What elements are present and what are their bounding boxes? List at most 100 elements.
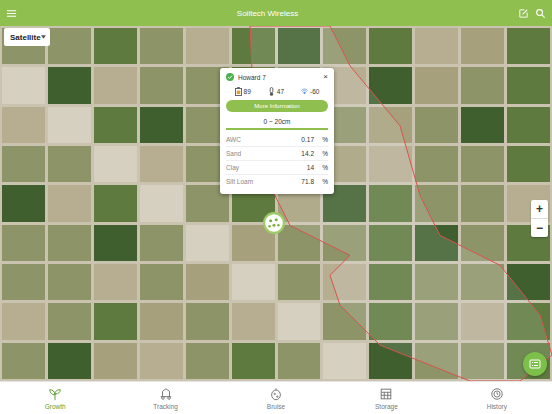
soil-row: Silt Loam71.8% bbox=[226, 175, 328, 188]
app-screen: Soiltech Wireless Satellite Howard 7 × 89 47 -… bbox=[0, 0, 552, 414]
field-tile bbox=[232, 343, 275, 379]
field-tile bbox=[48, 107, 91, 143]
field-tile bbox=[94, 343, 137, 379]
layer-select[interactable]: Satellite bbox=[4, 28, 50, 46]
field-tile bbox=[186, 28, 229, 64]
field-tile bbox=[48, 264, 91, 300]
field-tile bbox=[48, 146, 91, 182]
soil-label: Silt Loam bbox=[226, 178, 292, 185]
field-tile bbox=[186, 225, 229, 261]
sensor-popup: Howard 7 × 89 47 -60 More Information 0 ~ 20cm… bbox=[220, 68, 334, 194]
field-tile bbox=[48, 343, 91, 379]
field-tile bbox=[140, 28, 183, 64]
list-icon bbox=[529, 358, 541, 370]
list-fab[interactable] bbox=[523, 352, 547, 376]
more-information-button[interactable]: More Information bbox=[226, 100, 328, 112]
soil-value: 14.2 bbox=[292, 150, 314, 157]
sensor-name: Howard 7 bbox=[238, 74, 319, 81]
battery-icon bbox=[235, 87, 242, 96]
soil-row: Clay14% bbox=[226, 161, 328, 175]
soil-unit: % bbox=[314, 164, 328, 171]
nav-label: History bbox=[487, 403, 507, 410]
growth-icon bbox=[48, 387, 62, 401]
field-tile bbox=[94, 264, 137, 300]
field-tile bbox=[140, 264, 183, 300]
search-icon[interactable] bbox=[535, 8, 546, 19]
soil-label: AWC bbox=[226, 136, 292, 143]
close-button[interactable]: × bbox=[323, 73, 328, 81]
bottom-nav: Growth Tracking Bruise Storage History bbox=[0, 381, 552, 414]
field-tile bbox=[2, 225, 45, 261]
field-tile bbox=[278, 303, 321, 339]
field-tile bbox=[415, 67, 458, 103]
field-tile bbox=[323, 343, 366, 379]
field-tile bbox=[2, 303, 45, 339]
nav-label: Tracking bbox=[153, 403, 178, 410]
nav-item[interactable]: Bruise bbox=[221, 382, 331, 414]
field-tile bbox=[461, 28, 504, 64]
zoom-controls: +− bbox=[531, 200, 548, 237]
field-tile bbox=[48, 185, 91, 221]
field-tile bbox=[461, 67, 504, 103]
field-tile bbox=[94, 225, 137, 261]
soil-row: AWC0.17% bbox=[226, 133, 328, 147]
field-tile bbox=[94, 28, 137, 64]
soil-label: Clay bbox=[226, 164, 292, 171]
nav-label: Bruise bbox=[267, 403, 285, 410]
depth-tab[interactable]: 0 ~ 20cm bbox=[226, 118, 328, 130]
layer-select-value: Satellite bbox=[10, 33, 41, 42]
soil-value: 0.17 bbox=[292, 136, 314, 143]
field-tile bbox=[186, 343, 229, 379]
field-tile bbox=[415, 28, 458, 64]
satellite-map[interactable]: Satellite Howard 7 × 89 47 -60 More Informatio… bbox=[0, 26, 552, 381]
zoom-out-button[interactable]: − bbox=[531, 219, 548, 237]
thermometer-icon bbox=[268, 87, 275, 96]
stat-value: -60 bbox=[310, 88, 319, 95]
zoom-in-button[interactable]: + bbox=[531, 200, 548, 219]
field-tile bbox=[507, 146, 550, 182]
app-title: Soiltech Wireless bbox=[23, 9, 512, 18]
status-ok-icon bbox=[226, 73, 234, 81]
field-tile bbox=[48, 28, 91, 64]
field-tile bbox=[2, 264, 45, 300]
field-tile bbox=[2, 67, 45, 103]
field-tile bbox=[48, 303, 91, 339]
nav-item[interactable]: Tracking bbox=[110, 382, 220, 414]
sensor-stat: 47 bbox=[268, 87, 284, 96]
field-tile bbox=[94, 303, 137, 339]
stat-value: 47 bbox=[277, 88, 284, 95]
sensor-marker[interactable] bbox=[263, 212, 285, 234]
menu-icon[interactable] bbox=[6, 8, 17, 19]
field-tile bbox=[232, 264, 275, 300]
soil-value: 71.8 bbox=[292, 178, 314, 185]
signal-icon bbox=[301, 87, 308, 96]
field-tile bbox=[2, 107, 45, 143]
field-tile bbox=[186, 303, 229, 339]
field-tile bbox=[94, 67, 137, 103]
soil-row: Sand14.2% bbox=[226, 147, 328, 161]
edit-icon[interactable] bbox=[518, 8, 529, 19]
field-tile bbox=[94, 146, 137, 182]
nav-label: Growth bbox=[45, 403, 66, 410]
field-tile bbox=[461, 107, 504, 143]
field-tile bbox=[94, 107, 137, 143]
field-tile bbox=[94, 185, 137, 221]
field-tile bbox=[369, 28, 412, 64]
field-tile bbox=[507, 67, 550, 103]
field-tile bbox=[507, 28, 550, 64]
field-tile bbox=[461, 146, 504, 182]
field-tile bbox=[461, 185, 504, 221]
field-tile bbox=[140, 303, 183, 339]
field-tile bbox=[2, 185, 45, 221]
field-tile bbox=[415, 107, 458, 143]
field-tile bbox=[507, 107, 550, 143]
soil-value: 14 bbox=[292, 164, 314, 171]
app-bar: Soiltech Wireless bbox=[0, 0, 552, 26]
nav-item[interactable]: Growth bbox=[0, 382, 110, 414]
nav-item[interactable]: Storage bbox=[331, 382, 441, 414]
sensor-stat: 89 bbox=[235, 87, 251, 96]
soil-unit: % bbox=[314, 150, 328, 157]
field-tile bbox=[48, 225, 91, 261]
field-tile bbox=[2, 343, 45, 379]
nav-item[interactable]: History bbox=[442, 382, 552, 414]
